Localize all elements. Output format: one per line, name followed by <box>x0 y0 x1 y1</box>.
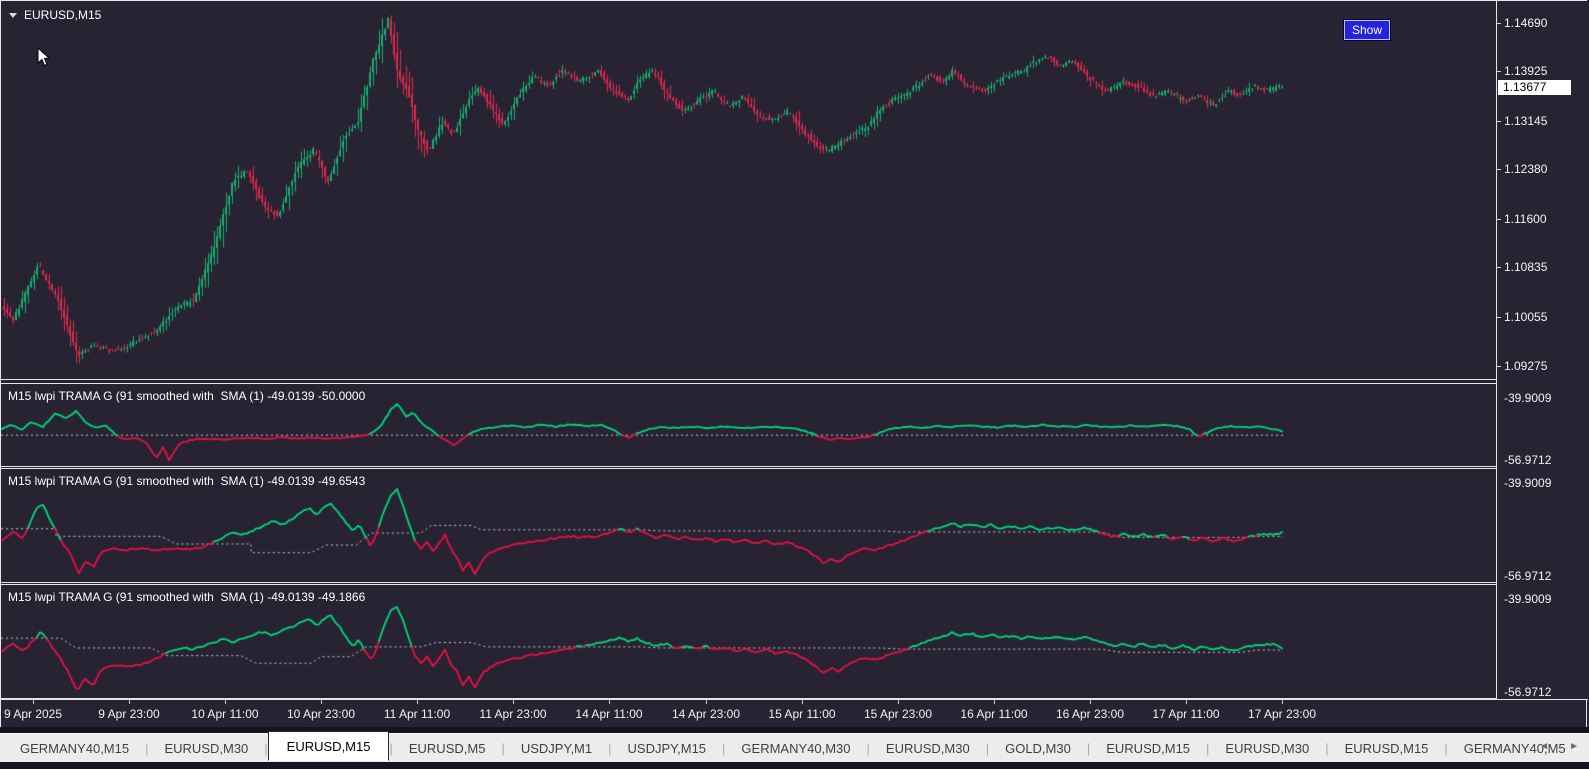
symbol-text: EURUSD,M15 <box>24 8 102 22</box>
main-chart-pane[interactable]: EURUSD,M15 Show <box>1 1 1496 380</box>
time-tick <box>1090 700 1091 704</box>
time-tick-label: 14 Apr 23:00 <box>671 707 741 721</box>
chart-tab-usdjpy-m1[interactable]: USDJPY,M1 <box>505 736 608 761</box>
price-tick <box>1497 219 1501 220</box>
chart-tab-eurusd-m30[interactable]: EURUSD,M30 <box>148 736 264 761</box>
time-tick <box>417 700 418 704</box>
time-axis[interactable]: 9 Apr 2025 9 Apr 23:00 10 Apr 11:00 10 Apr … <box>1 699 1588 727</box>
price-tick <box>1497 366 1501 367</box>
time-tick-label: 11 Apr 11:00 <box>383 707 451 721</box>
time-tick-label: 16 Apr 23:00 <box>1055 707 1125 721</box>
time-tick-label: 11 Apr 23:00 <box>479 707 547 721</box>
chart-tab-germany40-m15[interactable]: GERMANY40,M15 <box>4 736 145 761</box>
time-tick <box>706 700 707 704</box>
indicator-tick-label: -56.9712 <box>1504 685 1552 699</box>
indicator-tick-label: -56.9712 <box>1504 569 1552 583</box>
indicator-label-3: M15 lwpi TRAMA G (91 smoothed with SMA (… <box>8 590 366 604</box>
show-button[interactable]: Show <box>1344 20 1390 40</box>
time-tick-label: 14 Apr 11:00 <box>575 707 643 721</box>
price-tick <box>1497 317 1501 318</box>
time-tick <box>898 700 899 704</box>
mouse-cursor-icon <box>37 47 51 67</box>
indicator-tick-label: -39.9009 <box>1504 391 1552 405</box>
chart-tab-eurusd-m30[interactable]: EURUSD,M30 <box>1209 736 1325 761</box>
price-tick <box>1497 71 1501 72</box>
chevron-down-icon[interactable] <box>9 12 17 18</box>
current-price-badge: 1.13677 <box>1498 80 1571 95</box>
indicator-tick-label: -39.9009 <box>1504 592 1552 606</box>
chart-tab-bar: GERMANY40,M15 | EURUSD,M30 | EURUSD,M15 | EURU… <box>0 727 1589 769</box>
chart-tab-eurusd-m15[interactable]: EURUSD,M15 <box>1329 736 1445 761</box>
price-tick-label: 1.10055 <box>1504 310 1548 324</box>
time-tick <box>1186 700 1187 704</box>
time-tick-label: 10 Apr 23:00 <box>286 707 356 721</box>
chart-tab-gold-m30[interactable]: GOLD,M30 <box>989 736 1087 761</box>
price-tick <box>1497 267 1501 268</box>
price-tick-label: 1.13925 <box>1504 64 1548 78</box>
time-tick-label: 17 Apr 11:00 <box>1152 707 1220 721</box>
chart-tab-eurusd-m30[interactable]: EURUSD,M30 <box>870 736 986 761</box>
time-tick <box>802 700 803 704</box>
chart-frame: EURUSD,M15 Show M15 lwpi TRAMA G (91 smo… <box>0 0 1588 727</box>
time-tick <box>321 700 322 704</box>
indicator-label-1: M15 lwpi TRAMA G (91 smoothed with SMA (… <box>8 389 366 403</box>
time-tick-label: 15 Apr 11:00 <box>768 707 836 721</box>
time-tick-label: 9 Apr 23:00 <box>98 707 160 721</box>
time-tick <box>609 700 610 704</box>
time-tick <box>994 700 995 704</box>
time-tick-label: 10 Apr 11:00 <box>191 707 259 721</box>
chart-tab-usdjpy-m15[interactable]: USDJPY,M15 <box>612 736 723 761</box>
time-tick <box>513 700 514 704</box>
time-tick-label: 9 Apr 2025 <box>3 707 63 721</box>
time-tick <box>225 700 226 704</box>
indicator-pane-2[interactable]: M15 lwpi TRAMA G (91 smoothed with SMA (… <box>1 468 1496 583</box>
time-tick <box>129 700 130 704</box>
price-tick-label: 1.13145 <box>1504 114 1548 128</box>
chart-tab-eurusd-m15[interactable]: EURUSD,M15 <box>1090 736 1206 761</box>
indicator-tick-label: -56.9712 <box>1504 453 1552 467</box>
tab-scroll-left-icon[interactable]: ◄ <box>1539 741 1549 752</box>
time-tick <box>33 700 34 704</box>
tab-scroll-right-icon[interactable]: ► <box>1569 741 1579 752</box>
price-tick-label: 1.11600 <box>1504 212 1547 226</box>
indicator-pane-3[interactable]: M15 lwpi TRAMA G (91 smoothed with SMA (… <box>1 584 1496 699</box>
symbol-label[interactable]: EURUSD,M15 <box>9 8 101 22</box>
time-tick-label: 15 Apr 23:00 <box>863 707 933 721</box>
indicator-label-2: M15 lwpi TRAMA G (91 smoothed with SMA (… <box>8 474 366 488</box>
chart-tab-eurusd-m5[interactable]: EURUSD,M5 <box>393 736 502 761</box>
main-chart-canvas[interactable] <box>1 1 1496 379</box>
indicator-pane-1[interactable]: M15 lwpi TRAMA G (91 smoothed with SMA (… <box>1 383 1496 467</box>
price-tick <box>1497 23 1501 24</box>
price-tick <box>1497 169 1501 170</box>
price-tick-label: 1.10835 <box>1504 260 1548 274</box>
price-tick <box>1497 121 1501 122</box>
tab-arrows: ◄ ► <box>1539 741 1579 752</box>
tab-row: GERMANY40,M15 | EURUSD,M30 | EURUSD,M15 | EURU… <box>0 730 1589 762</box>
price-tick-label: 1.12380 <box>1504 162 1548 176</box>
time-tick <box>1282 700 1283 704</box>
time-tick-label: 17 Apr 23:00 <box>1247 707 1317 721</box>
price-scale[interactable]: 1.13677 1.14690 1.13925 1.13145 1.12380 1.11… <box>1496 1 1587 699</box>
chart-tab-germany40-m30[interactable]: GERMANY40,M30 <box>725 736 866 761</box>
chart-tab-eurusd-m15[interactable]: EURUSD,M15 <box>267 730 390 761</box>
tab-list: GERMANY40,M15 | EURUSD,M30 | EURUSD,M15 | EURU… <box>4 730 1582 762</box>
time-tick-label: 16 Apr 11:00 <box>960 707 1028 721</box>
chart-window: EURUSD,M15 Show M15 lwpi TRAMA G (91 smo… <box>0 0 1589 769</box>
price-tick-label: 1.09275 <box>1504 359 1548 373</box>
indicator-tick-label: -39.9009 <box>1504 476 1552 490</box>
price-tick-label: 1.14690 <box>1504 16 1548 30</box>
